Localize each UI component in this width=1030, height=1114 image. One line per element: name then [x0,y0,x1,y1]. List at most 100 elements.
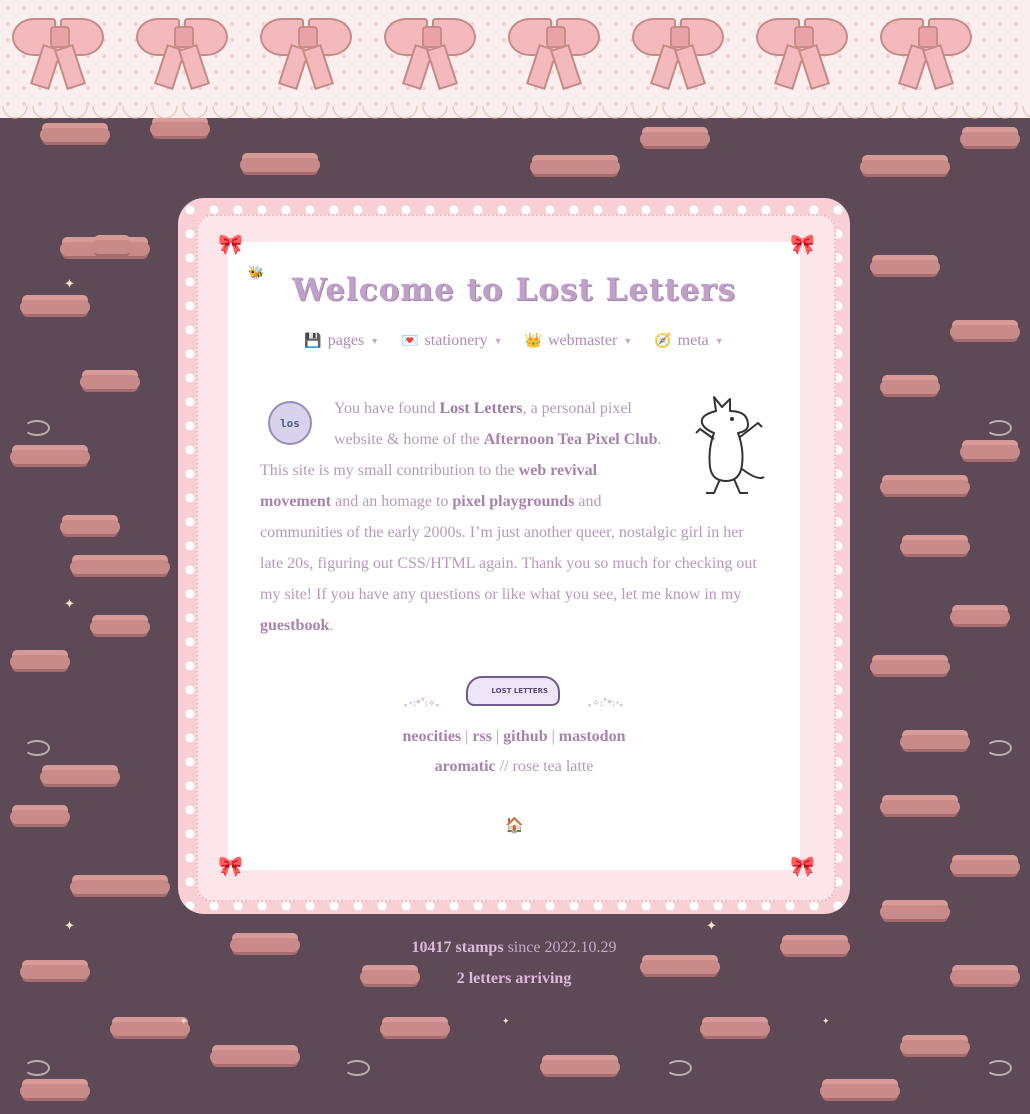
bird-icon [24,1060,50,1076]
cloud [60,520,120,534]
intro-paragraph: los You have found Lost Letters, a perso… [260,393,770,641]
main-nav: 💾 pages ▼ 💌 stationery ▼ 👑 webmaster ▼ 🧭… [228,332,800,350]
cloud [10,450,90,464]
page-title: Welcome to Lost Letters [291,272,737,308]
cloud [880,480,970,494]
crown-icon: 👑 [524,333,542,349]
caret-down-icon: ▼ [370,336,380,346]
sparkle-icon: ✦ [64,277,75,292]
bow-icon [626,12,730,91]
pixel-playgrounds-link[interactable]: pixel playgrounds [452,493,574,510]
separator: | [465,728,469,745]
corner-bow-icon: 🎀 [218,854,243,878]
separator: | [551,728,555,745]
cloud [530,160,620,174]
sparkle-dots-right: ｡✧:˚*:･｡ [587,699,624,709]
cloud [20,1084,90,1098]
bow-icon [502,12,606,91]
bird-icon [986,740,1012,756]
sparkle-icon: ✦ [64,597,75,612]
site-name: Lost Letters [439,400,523,417]
nav-item-meta[interactable]: 🧭 meta ▼ [654,332,723,350]
floppy-disk-icon: 💾 [304,333,322,349]
corner-bow-icon: 🎀 [790,854,815,878]
rss-link[interactable]: rss [472,728,492,745]
cloud [880,380,940,394]
aromatic-link[interactable]: aromatic [435,758,496,775]
cloud [20,965,90,979]
bird-icon [986,1060,1012,1076]
caret-down-icon: ▼ [493,336,503,346]
bird-icon [666,1060,692,1076]
sparkle-dots-left: ｡･:*˚:✧｡ [404,699,441,709]
nav-label: meta [677,332,709,349]
nav-item-stationery[interactable]: 💌 stationery ▼ [401,332,502,350]
home-icon[interactable]: 🏠 [505,816,524,834]
scent-text: // rose tea latte [499,758,594,775]
cloud [110,1022,190,1036]
site-avatar: los [268,401,312,445]
bow-icon [254,12,358,91]
cloud [880,800,960,814]
corner-bow-icon: 🎀 [790,232,815,256]
nav-label: webmaster [548,332,618,349]
social-links: neocities | rss | github | mastodon arom… [228,722,800,782]
neocities-link[interactable]: neocities [403,728,462,745]
mastodon-link[interactable]: mastodon [559,728,626,745]
nav-label: stationery [424,332,488,349]
nav-item-pages[interactable]: 💾 pages ▼ [304,332,379,350]
moomin-icon [695,396,765,494]
love-letter-icon: 💌 [401,333,419,349]
bow-icon [750,12,854,91]
cloud [700,1022,770,1036]
caret-down-icon: ▼ [714,336,724,346]
cloud [950,970,1020,984]
cloud [90,620,150,634]
cloud [40,128,110,142]
cloud [240,158,320,172]
cloud [10,655,70,669]
cloud [70,880,170,894]
cloud [92,240,132,254]
bow-icon [130,12,234,91]
cloud [880,905,950,919]
bird-icon [986,420,1012,436]
bow-icon [378,12,482,91]
cloud [540,1060,620,1074]
cloud [900,540,970,554]
stamp-count: 10417 stamps [411,939,504,956]
signature-badge: ｡･:*˚:✧｡ LOST LETTERS ｡✧:˚*:･｡ [404,674,624,714]
compass-icon: 🧭 [654,333,672,349]
top-bow-border [0,0,1030,128]
cloud [640,132,710,146]
cloud [870,660,950,674]
cloud [70,560,170,574]
guestbook-link[interactable]: guestbook [260,617,329,634]
intro-text: You have found [334,400,440,417]
footer: 10417 stamps since 2022.10.29 2 letters … [228,932,800,994]
cloud [870,260,940,274]
github-link[interactable]: github [503,728,547,745]
intro-text: and an homage to [331,493,453,510]
lost-letters-badge: LOST LETTERS [466,676,560,706]
cloud [950,325,1020,339]
cloud [40,770,120,784]
afternoon-tea-club-link[interactable]: Afternoon Tea Pixel Club [484,431,658,448]
cloud [950,860,1020,874]
lace-trim [0,106,1030,128]
bird-icon [24,740,50,756]
bow-icon [874,12,978,91]
cloud [210,1050,300,1064]
cloud [950,610,1010,624]
caret-down-icon: ▼ [623,336,633,346]
cloud [820,1084,900,1098]
sparkle-icon: ✦ [180,1017,188,1027]
separator: | [495,728,500,745]
cloud [860,160,950,174]
sparkle-icon: ✦ [822,1017,830,1027]
nav-item-webmaster[interactable]: 👑 webmaster ▼ [525,332,633,350]
cloud [380,1022,450,1036]
cloud [960,132,1020,146]
cloud [900,735,970,749]
bird-icon [24,420,50,436]
